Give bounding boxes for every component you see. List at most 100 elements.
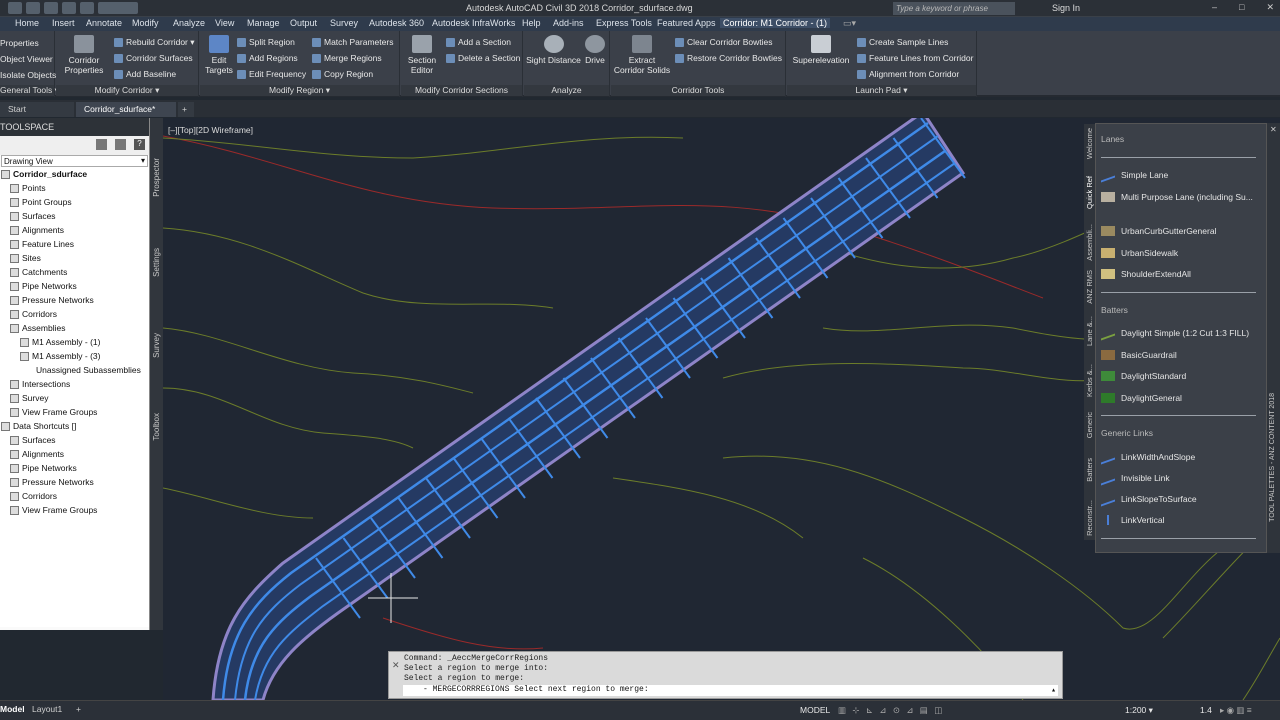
workspace-icon[interactable]: [98, 2, 138, 14]
tab-featured-apps[interactable]: Featured Apps: [654, 18, 719, 28]
toggle-icon[interactable]: [96, 139, 107, 150]
tab-model[interactable]: Model: [0, 704, 25, 714]
feature-lines-from-corridor-button[interactable]: Feature Lines from Corridor: [857, 53, 973, 63]
palette-item-link-slope-to-surface[interactable]: LinkSlopeToSurface: [1101, 491, 1197, 507]
tab-corridor-contextual[interactable]: Corridor: M1 Corridor - (1): [720, 18, 831, 28]
palette-tab-lanes[interactable]: Lane &...: [1085, 316, 1094, 346]
tree-item-ds-view-frame-groups[interactable]: View Frame Groups: [10, 505, 97, 515]
extract-corridor-solids-button[interactable]: Extract Corridor Solids: [613, 35, 671, 75]
tab-insert[interactable]: Insert: [49, 18, 78, 28]
model-space-toggle[interactable]: MODEL: [800, 705, 830, 715]
tab-overflow-icon[interactable]: ▭▾: [840, 18, 859, 29]
command-input[interactable]: - MERGECORRREGIONS Select next region to…: [403, 685, 1058, 696]
restore-bowties-button[interactable]: Restore Corridor Bowties: [675, 53, 782, 63]
tree-item-ds-pressure-networks[interactable]: Pressure Networks: [10, 477, 94, 487]
split-region-button[interactable]: Split Region: [237, 37, 295, 47]
tab-prospector[interactable]: Prospector: [152, 158, 161, 197]
new-tab-button[interactable]: +: [178, 102, 194, 117]
palette-tab-generic[interactable]: Generic: [1085, 412, 1094, 438]
tab-start[interactable]: Start: [0, 102, 74, 117]
chevron-up-icon[interactable]: ▴: [1051, 685, 1056, 695]
copy-region-button[interactable]: Copy Region: [312, 69, 373, 79]
corridor-properties-button[interactable]: Corridor Properties: [62, 35, 106, 75]
tab-autodesk-360[interactable]: Autodesk 360: [366, 18, 427, 28]
tree-item-assembly-3[interactable]: M1 Assembly - (3): [20, 351, 101, 361]
palette-item-daylight-general[interactable]: DaylightGeneral: [1101, 393, 1182, 403]
tree-item-surfaces[interactable]: Surfaces: [10, 211, 56, 221]
close-icon[interactable]: ✕: [1270, 125, 1277, 134]
tree-item-feature-lines[interactable]: Feature Lines: [10, 239, 74, 249]
palette-tab-welcome[interactable]: Welcome: [1085, 128, 1094, 159]
tab-annotate[interactable]: Annotate: [83, 18, 125, 28]
tree-item-assembly-1[interactable]: M1 Assembly - (1): [20, 337, 101, 347]
customize-icon[interactable]: ▸ ◉ ▥ ≡: [1220, 705, 1252, 716]
palette-tab-quick-ref[interactable]: Quick Ref: [1085, 176, 1094, 209]
tree-item-sites[interactable]: Sites: [10, 253, 41, 263]
edit-frequency-button[interactable]: Edit Frequency: [237, 69, 306, 79]
palette-item-link-vertical[interactable]: LinkVertical: [1101, 515, 1164, 525]
palette-tab-assemblies[interactable]: Assembli...: [1085, 224, 1094, 261]
minimize-button[interactable]: –: [1212, 2, 1217, 13]
tab-help[interactable]: Help: [519, 18, 544, 28]
tab-view[interactable]: View: [212, 18, 237, 28]
tab-drawing[interactable]: Corridor_sdurface*: [76, 102, 176, 117]
tab-add-ins[interactable]: Add-ins: [550, 18, 587, 28]
tab-modify[interactable]: Modify: [129, 18, 162, 28]
close-button[interactable]: ✕: [1266, 2, 1274, 13]
tree-item-ds-corridors[interactable]: Corridors: [10, 491, 57, 501]
new-layout-button[interactable]: +: [76, 704, 81, 714]
redo-icon[interactable]: [80, 2, 94, 14]
maximize-button[interactable]: □: [1239, 2, 1244, 13]
palette-tab-kerbs[interactable]: Kerbs &...: [1085, 364, 1094, 397]
add-regions-button[interactable]: Add Regions: [237, 53, 298, 63]
tree-item-survey[interactable]: Survey: [10, 393, 48, 403]
tree-item-intersections[interactable]: Intersections: [10, 379, 70, 389]
save-icon[interactable]: [44, 2, 58, 14]
modify-region-title[interactable]: Modify Region ▾: [200, 85, 399, 96]
close-icon[interactable]: ✕: [392, 660, 400, 671]
tab-express-tools[interactable]: Express Tools: [593, 18, 655, 28]
isolate-objects-button[interactable]: Isolate Objects: [0, 70, 56, 80]
tab-infraworks[interactable]: Autodesk InfraWorks: [429, 18, 518, 28]
merge-regions-button[interactable]: Merge Regions: [312, 53, 382, 63]
tree-item-catchments[interactable]: Catchments: [10, 267, 67, 277]
palette-item-urban-sidewalk[interactable]: UrbanSidewalk: [1101, 248, 1178, 258]
tab-survey[interactable]: Survey: [152, 333, 161, 358]
tab-output[interactable]: Output: [287, 18, 320, 28]
tree-item-data-shortcuts[interactable]: Data Shortcuts []: [1, 421, 76, 431]
tab-analyze[interactable]: Analyze: [170, 18, 208, 28]
match-parameters-button[interactable]: Match Parameters: [312, 37, 393, 47]
tab-manage[interactable]: Manage: [244, 18, 283, 28]
help-icon[interactable]: ?: [134, 139, 145, 150]
tab-settings[interactable]: Settings: [152, 248, 161, 277]
view-selector[interactable]: Drawing View ▾: [1, 155, 148, 167]
drafting-tools-icons[interactable]: ▥ ⊹ ⊾ ⊿ ⊙ ⊿ ▤ ◫: [838, 705, 944, 716]
general-tools-title[interactable]: General Tools ▾: [0, 85, 59, 96]
rebuild-corridor-button[interactable]: Rebuild Corridor ▾: [114, 37, 195, 48]
undo-icon[interactable]: [62, 2, 76, 14]
tree-item-points[interactable]: Points: [10, 183, 46, 193]
palette-tab-batters[interactable]: Batters: [1085, 458, 1094, 482]
tree-item-alignments[interactable]: Alignments: [10, 225, 64, 235]
corridor-geometry[interactable]: [211, 118, 966, 700]
add-section-button[interactable]: Add a Section: [446, 37, 511, 47]
launch-pad-title[interactable]: Launch Pad ▾: [787, 85, 976, 96]
tree-item-drawing[interactable]: Corridor_sdurface: [1, 169, 87, 179]
add-baseline-button[interactable]: Add Baseline: [114, 69, 176, 79]
palette-tab-anz-rms[interactable]: ANZ RMS: [1085, 270, 1094, 304]
palette-item-urban-curb-gutter[interactable]: UrbanCurbGutterGeneral: [1101, 226, 1216, 236]
delete-section-button[interactable]: Delete a Section: [446, 53, 520, 63]
tree-item-view-frame-groups[interactable]: View Frame Groups: [10, 407, 97, 417]
lineweight-value[interactable]: 1.4: [1200, 705, 1212, 715]
viewport-controls[interactable]: [–][Top][2D Wireframe]: [168, 125, 253, 135]
create-sample-lines-button[interactable]: Create Sample Lines: [857, 37, 948, 47]
sign-in-button[interactable]: Sign In: [1052, 3, 1080, 13]
edit-targets-button[interactable]: Edit Targets: [202, 35, 236, 75]
superelevation-button[interactable]: Superelevation: [790, 35, 852, 65]
tree-item-ds-pipe-networks[interactable]: Pipe Networks: [10, 463, 77, 473]
palette-item-link-width-and-slope[interactable]: LinkWidthAndSlope: [1101, 449, 1195, 465]
tree-item-pressure-networks[interactable]: Pressure Networks: [10, 295, 94, 305]
alignment-from-corridor-button[interactable]: Alignment from Corridor: [857, 69, 959, 79]
palette-tab-reconstruction[interactable]: Reconstr...: [1085, 500, 1094, 536]
tab-toolbox[interactable]: Toolbox: [152, 413, 161, 441]
